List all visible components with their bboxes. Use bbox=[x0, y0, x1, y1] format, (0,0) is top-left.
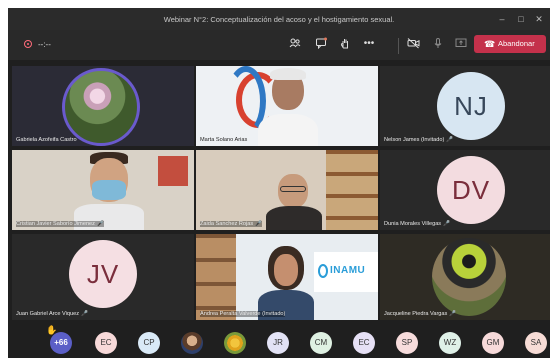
mic-muted-icon: 🎤 bbox=[446, 137, 454, 143]
participant-chip[interactable]: CM bbox=[310, 332, 332, 354]
participant-tile[interactable]: JV Juan Gabriel Arce Viquez 🎤 bbox=[12, 234, 194, 320]
mic-muted-icon: 🎤 bbox=[81, 311, 88, 317]
participant-chip[interactable]: EC bbox=[353, 332, 375, 354]
participant-chip[interactable]: CP bbox=[138, 332, 160, 354]
participant-chip[interactable]: SA bbox=[525, 332, 547, 354]
raise-hand-icon[interactable] bbox=[338, 37, 352, 51]
participant-photo-chip[interactable] bbox=[181, 332, 203, 354]
participant-name: Dunia Morales Villegas 🎤 bbox=[384, 221, 451, 227]
leave-button-label: Abandonar bbox=[498, 39, 535, 48]
participant-photo-chip[interactable] bbox=[224, 332, 246, 354]
maximize-icon[interactable]: □ bbox=[514, 12, 528, 26]
share-screen-icon[interactable] bbox=[454, 37, 468, 51]
participant-tile[interactable]: Gabriela Azofeifa Castro bbox=[12, 66, 194, 146]
participant-name: Nelson James (Invitado) 🎤 bbox=[384, 137, 454, 143]
participant-chip[interactable]: WZ bbox=[439, 332, 461, 354]
mic-muted-icon: 🎤 bbox=[255, 221, 263, 227]
participant-tile[interactable]: Marta Solano Arias bbox=[196, 66, 378, 146]
participant-chip[interactable]: JR bbox=[267, 332, 289, 354]
meeting-toolbar: --:-- ••• ☎ Abandonar bbox=[8, 30, 550, 60]
participant-avatar: JV bbox=[69, 240, 137, 308]
meeting-title: Webinar N°2: Conceptualización del acoso… bbox=[163, 15, 395, 24]
participant-name: Jacqueline Piedra Vargas 🎤 bbox=[384, 311, 457, 317]
toolbar-divider bbox=[398, 38, 399, 54]
mic-muted-icon: 🎤 bbox=[96, 221, 104, 227]
participant-video bbox=[258, 68, 318, 146]
leave-button[interactable]: ☎ Abandonar bbox=[474, 35, 546, 53]
recording-icon bbox=[24, 40, 32, 48]
more-options-icon[interactable]: ••• bbox=[362, 37, 376, 51]
participant-name: Andrea Peralta Valverde (Invitado) bbox=[200, 311, 286, 317]
participant-name: Marta Solano Arias bbox=[200, 137, 248, 143]
participant-avatar: DV bbox=[437, 156, 505, 224]
title-bar: Webinar N°2: Conceptualización del acoso… bbox=[8, 8, 550, 30]
mic-muted-icon: 🎤 bbox=[449, 311, 457, 317]
participant-tile[interactable]: DV Dunia Morales Villegas 🎤 bbox=[380, 150, 550, 230]
participant-avatar: NJ bbox=[437, 72, 505, 140]
participant-tile[interactable]: INAMU Andrea Peralta Valverde (Invitado) bbox=[196, 234, 378, 320]
participant-photo bbox=[62, 68, 140, 146]
close-icon[interactable]: ✕ bbox=[532, 12, 546, 26]
participant-tile[interactable]: NJ Nelson James (Invitado) 🎤 bbox=[380, 66, 550, 146]
more-participants-button[interactable]: +66 bbox=[50, 332, 72, 354]
organization-banner-text: INAMU bbox=[330, 265, 366, 276]
participant-name: Cristian Javier Saborío Jimenez 🎤 bbox=[16, 221, 104, 227]
participant-strip: ✋ +66 EC CP JR CM EC SP WZ GM SA bbox=[8, 324, 550, 358]
background-window bbox=[158, 156, 188, 186]
participant-video bbox=[266, 174, 322, 230]
participant-name: Gabriela Azofeifa Castro bbox=[16, 137, 77, 143]
phone-icon: ☎ bbox=[484, 39, 496, 49]
mic-off-icon[interactable] bbox=[431, 37, 445, 51]
participant-tile[interactable]: Cristian Javier Saborío Jimenez 🎤 bbox=[12, 150, 194, 230]
chat-icon[interactable] bbox=[314, 37, 328, 51]
participant-chip[interactable]: EC bbox=[95, 332, 117, 354]
call-timer: --:-- bbox=[38, 40, 51, 49]
participant-name: Juan Gabriel Arce Viquez 🎤 bbox=[16, 311, 88, 317]
participant-video bbox=[74, 152, 144, 230]
teams-meeting-window: Webinar N°2: Conceptualización del acoso… bbox=[8, 8, 550, 358]
mic-muted-icon: 🎤 bbox=[443, 221, 451, 227]
participants-icon[interactable] bbox=[288, 37, 302, 51]
bookshelf bbox=[326, 150, 378, 230]
participant-tile[interactable]: Jacqueline Piedra Vargas 🎤 bbox=[380, 234, 550, 320]
participant-chip[interactable]: GM bbox=[482, 332, 504, 354]
video-grid: Gabriela Azofeifa Castro Marta Solano Ar… bbox=[12, 66, 550, 320]
participant-chip[interactable]: SP bbox=[396, 332, 418, 354]
participant-photo bbox=[432, 238, 506, 316]
participant-video bbox=[258, 246, 314, 320]
minimize-icon[interactable]: – bbox=[495, 12, 509, 26]
camera-off-icon[interactable] bbox=[406, 37, 420, 51]
participant-tile[interactable]: Zaida Sanchez Rojas 🎤 bbox=[196, 150, 378, 230]
organization-banner: INAMU bbox=[314, 252, 378, 292]
participant-name: Zaida Sanchez Rojas 🎤 bbox=[200, 221, 263, 227]
bookshelf bbox=[196, 234, 236, 320]
